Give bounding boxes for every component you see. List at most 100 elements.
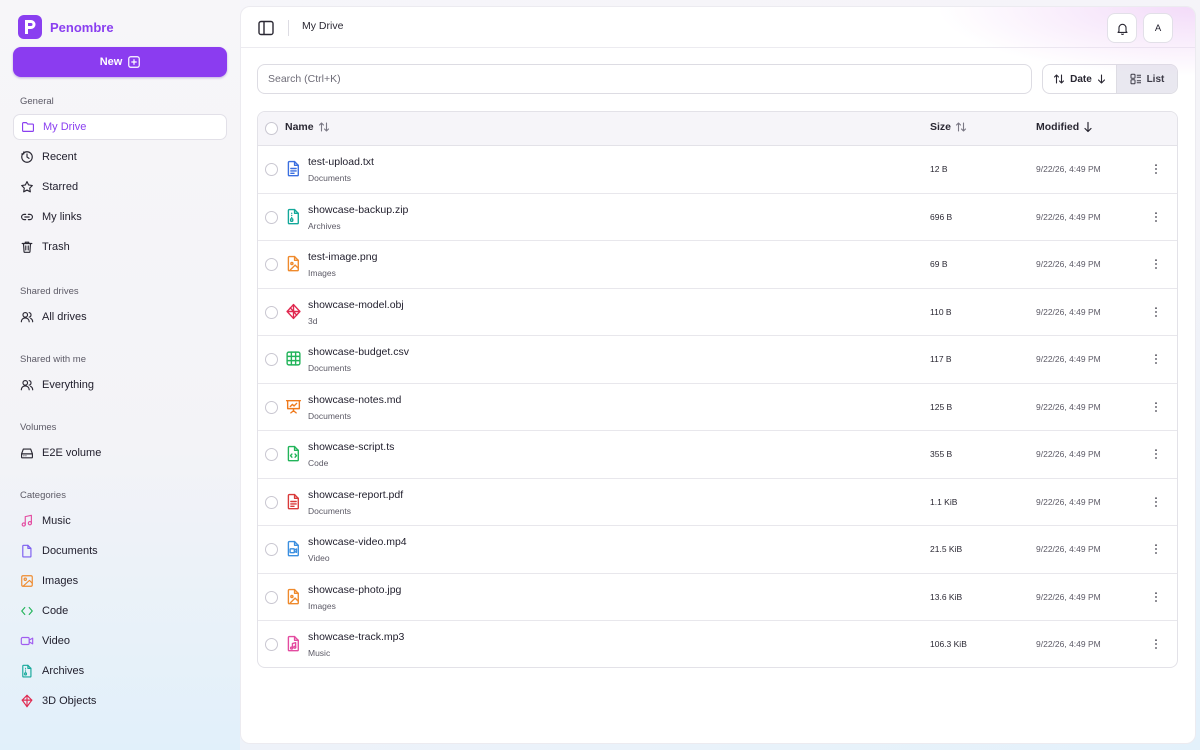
music-icon xyxy=(20,514,34,528)
row-checkbox[interactable] xyxy=(265,543,278,556)
brand-logo-icon xyxy=(18,15,42,39)
more-vertical-icon[interactable] xyxy=(1148,588,1164,606)
column-name-header[interactable]: Name xyxy=(285,121,330,133)
video-icon xyxy=(20,634,34,648)
more-vertical-icon[interactable] xyxy=(1148,208,1164,226)
sidebar-item-archives[interactable]: Archives xyxy=(13,658,227,684)
file-modified: 9/22/26, 4:49 PM xyxy=(1036,591,1101,602)
sidebar-item-recent[interactable]: Recent xyxy=(13,144,227,170)
row-checkbox[interactable] xyxy=(265,495,278,509)
folder-icon xyxy=(21,120,35,134)
table-row[interactable]: showcase-notes.md Documents 125 B 9/22/26, … xyxy=(258,384,1177,431)
table-row[interactable]: showcase-backup.zip Archives 696 B 9/22/26,… xyxy=(258,194,1177,241)
file-name[interactable]: showcase-photo.jpg xyxy=(308,584,401,596)
more-vertical-icon[interactable] xyxy=(1148,398,1164,416)
sidebar-item-images[interactable]: Images xyxy=(13,568,227,594)
file-name[interactable]: showcase-backup.zip xyxy=(308,204,408,216)
notifications-button[interactable] xyxy=(1107,13,1137,43)
column-modified-label: Modified xyxy=(1036,121,1080,133)
sidebar-item-label: Images xyxy=(42,575,79,587)
row-checkbox[interactable] xyxy=(265,590,278,604)
sidebar-item-trash[interactable]: Trash xyxy=(13,234,227,260)
sidebar-section-title: Shared drives xyxy=(20,286,79,297)
sidebar-item-my-links[interactable]: My links xyxy=(13,204,227,230)
table-row[interactable]: showcase-photo.jpg Images 13.6 KiB 9/22/26,… xyxy=(258,574,1177,621)
file-size: 13.6 KiB xyxy=(930,591,963,602)
table-row[interactable]: showcase-model.obj 3d 110 B 9/22/26, 4:49 P… xyxy=(258,289,1177,336)
sidebar-item-documents[interactable]: Documents xyxy=(13,538,227,564)
sidebar-item-video[interactable]: Video xyxy=(13,628,227,654)
row-checkbox[interactable] xyxy=(265,258,278,271)
sort-label: Date xyxy=(1070,73,1092,85)
file-name[interactable]: showcase-notes.md xyxy=(308,394,401,406)
more-vertical-icon[interactable] xyxy=(1148,303,1164,321)
sort-button[interactable]: Date xyxy=(1043,65,1117,93)
file-name[interactable]: showcase-script.ts xyxy=(308,441,394,453)
file-name[interactable]: showcase-report.pdf xyxy=(308,489,403,501)
file-name[interactable]: showcase-budget.csv xyxy=(308,346,409,358)
file-category: Documents xyxy=(308,505,351,516)
table-row[interactable]: showcase-video.mp4 Video 21.5 KiB 9/22/26, … xyxy=(258,526,1177,574)
column-modified-header[interactable]: Modified xyxy=(1036,121,1093,133)
main-panel: My Drive A Date List Name Size xyxy=(240,6,1196,744)
column-size-header[interactable]: Size xyxy=(930,121,967,133)
sidebar-item-e2e-volume[interactable]: E2E volume xyxy=(13,440,227,466)
sort-arrows-icon xyxy=(1054,74,1065,84)
more-vertical-icon[interactable] xyxy=(1148,160,1164,178)
trash-icon xyxy=(20,240,34,254)
select-all-checkbox[interactable] xyxy=(265,122,278,135)
sidebar: Penombre New General My Drive Recent Starre… xyxy=(0,0,240,750)
sidebar-item-code[interactable]: Code xyxy=(13,598,227,624)
table-row[interactable]: showcase-report.pdf Documents 1.1 KiB 9/22/… xyxy=(258,479,1177,526)
users-icon xyxy=(20,310,34,324)
list-view-button[interactable]: List xyxy=(1116,65,1177,93)
sidebar-item-label: Music xyxy=(42,515,71,527)
new-button[interactable]: New xyxy=(13,47,227,77)
row-checkbox[interactable] xyxy=(265,210,278,224)
sidebar-item-label: Archives xyxy=(42,665,85,677)
sidebar-item-label: Everything xyxy=(42,379,94,391)
file-category: Images xyxy=(308,600,336,611)
sidebar-item-my-drive[interactable]: My Drive xyxy=(13,114,227,140)
table-row[interactable]: test-upload.txt Documents 12 B 9/22/26, 4:4… xyxy=(258,146,1177,194)
file-name[interactable]: showcase-video.mp4 xyxy=(308,536,407,548)
table-row[interactable]: showcase-script.ts Code 355 B 9/22/26, 4:49… xyxy=(258,431,1177,479)
table-row[interactable]: test-image.png Images 69 B 9/22/26, 4:49 PM xyxy=(258,241,1177,289)
more-vertical-icon[interactable] xyxy=(1148,635,1164,653)
table-row[interactable]: showcase-budget.csv Documents 117 B 9/22/26… xyxy=(258,336,1177,384)
file-category: Documents xyxy=(308,410,351,421)
sidebar-item-label: Starred xyxy=(42,181,79,193)
file-name[interactable]: showcase-model.obj xyxy=(308,299,404,311)
sidebar-section-title: General xyxy=(20,96,54,107)
table-row[interactable]: showcase-track.mp3 Music 106.3 KiB 9/22/26,… xyxy=(258,621,1177,667)
brand[interactable]: Penombre xyxy=(18,14,227,40)
more-vertical-icon[interactable] xyxy=(1148,540,1164,558)
sort-arrows-icon xyxy=(955,122,967,132)
file-name[interactable]: showcase-track.mp3 xyxy=(308,631,404,643)
more-vertical-icon[interactable] xyxy=(1148,493,1164,511)
file-name[interactable]: test-image.png xyxy=(308,251,377,263)
sidebar-item-all-drives[interactable]: All drives xyxy=(13,304,227,330)
row-checkbox[interactable] xyxy=(265,638,278,651)
row-checkbox[interactable] xyxy=(265,163,278,176)
sidebar-item-starred[interactable]: Starred xyxy=(13,174,227,200)
sidebar-item-music[interactable]: Music xyxy=(13,508,227,534)
sidebar-toggle-icon[interactable] xyxy=(257,19,275,37)
row-checkbox[interactable] xyxy=(265,400,278,414)
more-vertical-icon[interactable] xyxy=(1148,350,1164,368)
model-3d-icon xyxy=(285,303,302,320)
sidebar-section-title: Shared with me xyxy=(20,354,87,365)
cube-icon xyxy=(20,694,34,708)
row-checkbox[interactable] xyxy=(265,305,278,319)
row-checkbox[interactable] xyxy=(265,353,278,366)
breadcrumb[interactable]: My Drive xyxy=(302,20,343,32)
avatar[interactable]: A xyxy=(1143,13,1173,43)
more-vertical-icon[interactable] xyxy=(1148,445,1164,463)
file-size: 110 B xyxy=(930,306,952,317)
row-checkbox[interactable] xyxy=(265,448,278,461)
more-vertical-icon[interactable] xyxy=(1148,255,1164,273)
file-name[interactable]: test-upload.txt xyxy=(308,156,374,168)
sidebar-item-everything[interactable]: Everything xyxy=(13,372,227,398)
search-input[interactable] xyxy=(257,64,1032,94)
sidebar-item-3d-objects[interactable]: 3D Objects xyxy=(13,688,227,714)
